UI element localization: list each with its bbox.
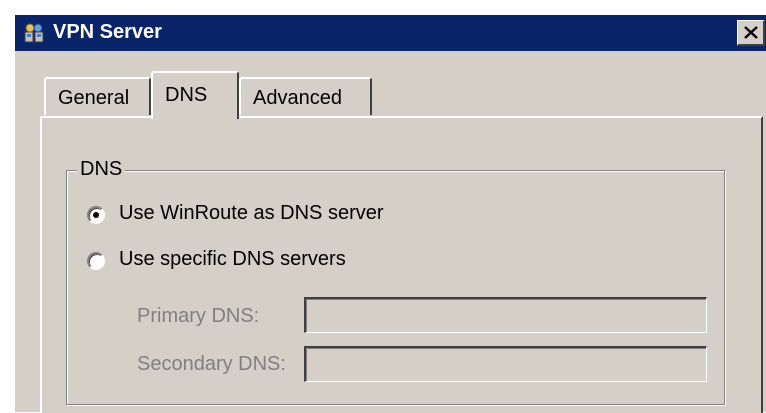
radio-selected-dot xyxy=(93,212,99,218)
dns-tab-panel: DNS Use WinRoute as DNS server Use speci… xyxy=(40,116,763,413)
window-title: VPN Server xyxy=(53,21,162,43)
dns-group-legend: DNS xyxy=(77,158,126,181)
tab-dns[interactable]: DNS xyxy=(151,71,239,119)
use-specific-dns-label[interactable]: Use specific DNS servers xyxy=(119,248,346,271)
tab-advanced[interactable]: Advanced xyxy=(239,77,372,115)
vpn-server-app-icon xyxy=(23,22,45,44)
close-button[interactable] xyxy=(737,20,765,46)
title-bar[interactable]: VPN Server xyxy=(15,15,766,51)
radio-use-winroute-dns[interactable] xyxy=(87,206,105,224)
secondary-dns-label: Secondary DNS: xyxy=(137,353,286,375)
vpn-server-dialog: VPN Server General DNS Advanced DNS Use … xyxy=(14,14,766,413)
tab-advanced-label: Advanced xyxy=(253,87,342,109)
tab-dns-label: DNS xyxy=(165,84,208,106)
primary-dns-field[interactable] xyxy=(304,297,707,333)
close-icon xyxy=(744,26,758,39)
tab-general[interactable]: General xyxy=(44,77,151,115)
use-winroute-dns-label[interactable]: Use WinRoute as DNS server xyxy=(119,202,384,225)
tab-general-label: General xyxy=(58,87,130,109)
dns-group-box: DNS Use WinRoute as DNS server Use speci… xyxy=(66,158,725,405)
radio-use-specific-dns[interactable] xyxy=(87,252,105,270)
secondary-dns-field[interactable] xyxy=(304,346,707,382)
primary-dns-label: Primary DNS: xyxy=(137,305,260,327)
